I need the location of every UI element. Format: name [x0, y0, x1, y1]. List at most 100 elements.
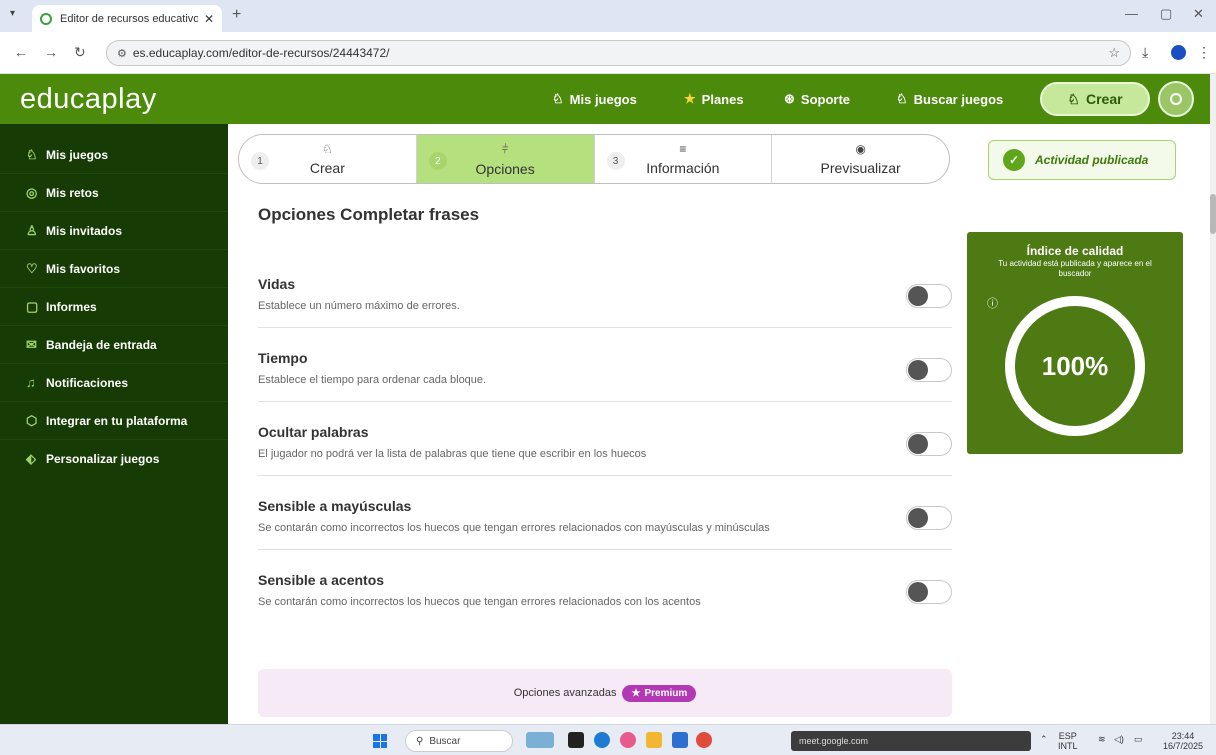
widgets-icon[interactable] — [526, 732, 554, 748]
sidebar-item-personalizar[interactable]: ⬖ Personalizar juegos — [0, 440, 228, 478]
sidebar-item-bandeja[interactable]: ✉ Bandeja de entrada — [0, 326, 228, 364]
task-view-icon[interactable] — [568, 732, 584, 748]
windows-taskbar: ⚲ Buscar meet.google.com ⌃ ESP INTL ≋ ◁)… — [0, 724, 1216, 755]
toggle-knob — [908, 360, 928, 380]
sidebar-item-label: Personalizar juegos — [46, 452, 160, 466]
step-crear[interactable]: 1 ♘ Crear — [239, 135, 417, 183]
nav-buscar-juegos[interactable]: ♘ Buscar juegos — [896, 91, 1003, 107]
language-indicator[interactable]: ESP INTL — [1058, 731, 1078, 751]
sidebar: ♘ Mis juegos ◎ Mis retos ♙ Mis invitados ♡ M… — [0, 124, 228, 724]
sidebar-item-integrar[interactable]: ⬡ Integrar en tu plataforma — [0, 402, 228, 440]
sidebar-item-mis-favoritos[interactable]: ♡ Mis favoritos — [0, 250, 228, 288]
quality-index-card: Índice de calidad Tu actividad está publ… — [967, 232, 1183, 454]
sidebar-item-informes[interactable]: ▢ Informes — [0, 288, 228, 326]
option-title: Ocultar palabras — [258, 424, 369, 440]
check-icon: ✓ — [1003, 149, 1025, 171]
edge-icon[interactable] — [594, 732, 610, 748]
section-title: Opciones Completar frases — [258, 205, 480, 224]
minimize-icon[interactable]: — — [1125, 6, 1138, 21]
browser-menu-icon[interactable]: ⋮ — [1197, 44, 1211, 61]
sidebar-item-mis-invitados[interactable]: ♙ Mis invitados — [0, 212, 228, 250]
volume-icon[interactable]: ◁) — [1114, 734, 1124, 744]
published-label: Actividad publicada — [1035, 153, 1149, 167]
nav-planes[interactable]: ★ Planes — [684, 91, 744, 107]
wifi-icon[interactable]: ≋ — [1098, 734, 1106, 744]
meet-share-bar[interactable]: meet.google.com — [791, 731, 1031, 751]
store-icon[interactable] — [672, 732, 688, 748]
step-informacion[interactable]: 3 ≡ Información — [595, 135, 773, 183]
scrollbar-thumb[interactable] — [1210, 194, 1216, 234]
step-label: Crear — [309, 160, 345, 176]
educaplay-logo[interactable]: educaplay — [20, 83, 157, 116]
sidebar-item-label: Mis favoritos — [46, 261, 121, 276]
site-info-icon[interactable]: ⚙ — [117, 47, 127, 60]
sidebar-item-mis-retos[interactable]: ◎ Mis retos — [0, 174, 228, 212]
nav-label: Soporte — [800, 91, 851, 107]
nav-soporte[interactable]: ⊛ Soporte — [784, 91, 850, 107]
mayusculas-toggle[interactable] — [906, 506, 952, 530]
clock[interactable]: 23:44 16/7/2025 — [1163, 731, 1203, 751]
step-opciones[interactable]: 2 ⫩ Opciones — [416, 135, 595, 183]
meet-label: meet.google.com — [799, 736, 869, 746]
info-icon[interactable]: ⓘ — [987, 295, 998, 311]
user-avatar[interactable] — [1158, 81, 1194, 117]
quality-subtitle: Tu actividad está publicada y aparece en… — [998, 259, 1152, 278]
nav-label: Planes — [701, 91, 744, 107]
restore-icon[interactable]: ▢ — [1160, 6, 1172, 22]
quality-ring: 100% — [1005, 296, 1145, 436]
url-field[interactable]: ⚙ es.educaplay.com/editor-de-recursos/24… — [106, 40, 1131, 66]
new-tab-button[interactable]: + — [232, 6, 241, 24]
option-sensible-mayusculas: Sensible a mayúsculas Se contarán como i… — [258, 476, 952, 550]
bookmark-star-icon[interactable]: ☆ — [1108, 45, 1120, 61]
step-previsualizar[interactable]: ◉ Previsualizar — [772, 135, 949, 183]
option-sensible-acentos: Sensible a acentos Se contarán como inco… — [258, 550, 952, 624]
sidebar-item-notificaciones[interactable]: ♫ Notificaciones — [0, 364, 228, 402]
chrome-icon[interactable] — [696, 732, 712, 748]
step-number: 3 — [606, 152, 625, 170]
ocultar-palabras-toggle[interactable] — [906, 432, 952, 456]
profile-icon[interactable] — [1171, 45, 1186, 60]
file-explorer-icon[interactable] — [646, 732, 662, 748]
premium-label: Premium — [644, 687, 688, 699]
address-bar-row: ← → ↻ ⚙ es.educaplay.com/editor-de-recur… — [0, 32, 1216, 74]
tiempo-toggle[interactable] — [906, 358, 952, 382]
windows-start-icon[interactable] — [373, 734, 387, 748]
premium-badge[interactable]: ★ Premium — [622, 684, 697, 702]
back-icon[interactable]: ← — [14, 44, 28, 60]
sidebar-item-mis-juegos[interactable]: ♘ Mis juegos — [0, 136, 228, 174]
sidebar-item-label: Bandeja de entrada — [46, 337, 157, 352]
create-label: Crear — [1085, 91, 1123, 107]
sidebar-item-label: Mis invitados — [46, 223, 123, 238]
search-icon: ⚲ — [416, 735, 424, 747]
tab-search-icon[interactable]: ▾ — [10, 8, 15, 19]
taskbar-search[interactable]: ⚲ Buscar — [405, 730, 513, 752]
step-label: Información — [646, 160, 720, 176]
tray-chevron-icon[interactable]: ⌃ — [1040, 734, 1048, 744]
main-content: 1 ♘ Crear 2 ⫩ Opciones 3 ≡ Información ◉… — [228, 124, 964, 724]
heart-icon: ♡ — [26, 260, 38, 276]
published-status: ✓ Actividad publicada — [988, 140, 1176, 180]
layout-label: INTL — [1058, 741, 1078, 751]
sidebar-item-label: Mis juegos — [46, 147, 109, 162]
star-icon: ★ — [684, 91, 696, 106]
nav-mis-juegos[interactable]: ♘ Mis juegos — [552, 91, 637, 107]
create-icon: ♘ — [321, 142, 333, 156]
close-window-icon[interactable]: ✕ — [1193, 6, 1204, 22]
vidas-toggle[interactable] — [906, 284, 952, 308]
download-icon[interactable]: ⤓ — [1142, 44, 1148, 61]
advanced-options-panel[interactable]: Opciones avanzadas ★ Premium — [258, 669, 952, 717]
create-button[interactable]: ♘ Crear — [1040, 82, 1150, 116]
option-vidas: Vidas Establece un número máximo de erro… — [258, 254, 952, 328]
nav-label: Buscar juegos — [913, 91, 1004, 107]
battery-icon[interactable]: ▭ — [1134, 734, 1143, 744]
browser-tab[interactable]: Editor de recursos educativos: ( ✕ — [32, 5, 222, 32]
forward-icon[interactable]: → — [44, 44, 58, 60]
app-icon[interactable] — [620, 732, 636, 748]
sidebar-item-label: Mis retos — [46, 185, 99, 200]
acentos-toggle[interactable] — [906, 580, 952, 604]
option-description: Se contarán como incorrectos los huecos … — [258, 522, 770, 534]
tab-close-icon[interactable]: ✕ — [204, 12, 214, 26]
page-scrollbar[interactable] — [1210, 74, 1216, 724]
step-number: 1 — [251, 152, 269, 170]
reload-icon[interactable]: ↻ — [74, 44, 86, 61]
